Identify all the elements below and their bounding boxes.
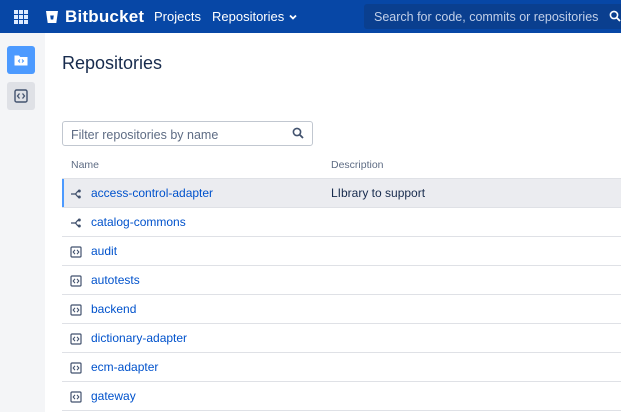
filter-repositories-input[interactable] [69,125,288,144]
global-search-input[interactable] [372,7,601,27]
sidebar-repository-button[interactable] [7,46,35,74]
code-repo-icon [70,390,82,403]
repository-name-link[interactable]: autotests [91,273,140,287]
sidebar-source-button[interactable] [7,82,35,110]
table-header: Name Description [62,150,621,179]
repository-name-link[interactable]: audit [91,244,117,258]
page-title: Repositories [62,53,163,73]
global-search[interactable] [364,4,621,29]
search-icon[interactable] [609,10,621,22]
table-row[interactable]: gateway [62,382,621,411]
top-navigation-bar: Bitbucket Projects Repositories [0,0,621,33]
repository-name-link[interactable]: access-control-adapter [91,186,213,200]
nav-projects-link[interactable]: Projects [154,9,201,24]
repository-name-link[interactable]: backend [91,302,136,316]
table-row[interactable]: catalog-commons [62,208,621,237]
column-header-name[interactable]: Name [71,159,99,171]
app-switcher-icon[interactable] [14,10,28,24]
nav-repositories-dropdown[interactable]: Repositories [212,9,298,24]
table-row[interactable]: access-control-adapter LIbrary to support [62,179,621,208]
table-row[interactable]: dictionary-adapter [62,324,621,353]
repository-description: LIbrary to support [331,186,426,200]
source-code-icon [14,89,28,103]
logo-text: Bitbucket [65,7,145,26]
code-repo-icon [70,332,82,345]
fork-icon [70,216,82,228]
table-row[interactable]: backend [62,295,621,324]
repository-name-link[interactable]: catalog-commons [91,215,186,229]
column-header-description[interactable]: Description [331,159,384,171]
table-row[interactable]: ecm-adapter [62,353,621,382]
code-repo-icon [70,303,82,316]
code-repo-icon [70,274,82,287]
table-row[interactable]: autotests [62,266,621,295]
search-icon [292,127,304,139]
repository-name-link[interactable]: gateway [91,389,136,403]
repository-folder-icon [14,55,28,66]
bitbucket-logo[interactable]: Bitbucket [45,7,144,27]
nav-repositories-label: Repositories [212,9,285,24]
filter-repositories-field[interactable] [62,121,313,146]
repository-list: access-control-adapter LIbrary to support… [62,179,621,411]
repository-name-link[interactable]: dictionary-adapter [91,331,187,345]
code-repo-icon [70,361,82,374]
repository-name-link[interactable]: ecm-adapter [91,360,158,374]
sidebar [0,33,45,412]
fork-icon [70,187,82,199]
table-row[interactable]: audit [62,237,621,266]
chevron-down-icon [289,14,297,20]
code-repo-icon [70,245,82,258]
bitbucket-bucket-icon [46,11,58,23]
